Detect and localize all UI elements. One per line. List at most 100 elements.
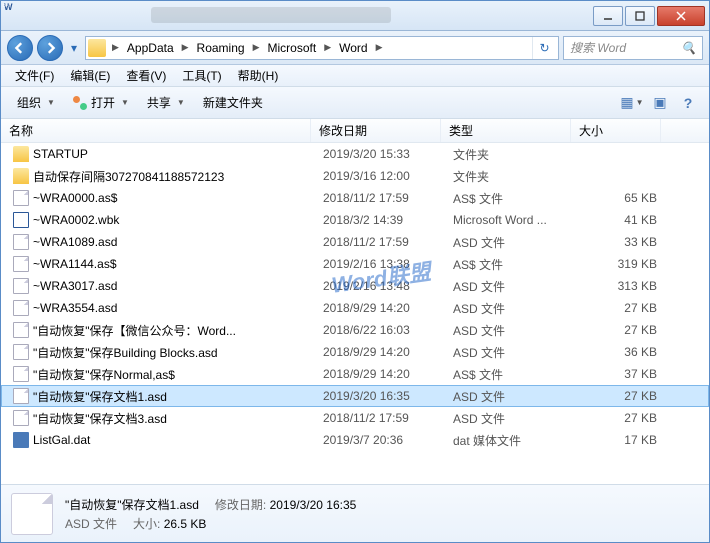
breadcrumb-roaming[interactable]: Roaming <box>191 41 251 55</box>
breadcrumb-appdata[interactable]: AppData <box>121 41 180 55</box>
file-date: 2018/11/2 17:59 <box>315 235 445 249</box>
details-type: ASD 文件 <box>65 515 117 532</box>
file-row[interactable]: "自动恢复"保存Normal,as$2018/9/29 14:20AS$ 文件3… <box>1 363 709 385</box>
new-folder-button[interactable]: 新建文件夹 <box>195 91 271 115</box>
details-filename: "自动恢复"保存文档1.asd <box>65 496 199 513</box>
file-icon <box>13 256 29 272</box>
menu-edit[interactable]: 编辑(E) <box>62 67 118 84</box>
file-row[interactable]: ~WRA3554.asd2018/9/29 14:20ASD 文件27 KB <box>1 297 709 319</box>
file-size: 27 KB <box>575 323 665 337</box>
file-name: ~WRA1144.as$ <box>33 257 117 271</box>
file-date: 2018/9/29 14:20 <box>315 345 445 359</box>
details-text: "自动恢复"保存文档1.asd 修改日期: 2019/3/20 16:35 AS… <box>65 496 356 532</box>
column-name[interactable]: 名称 <box>1 119 311 142</box>
file-size: 27 KB <box>575 389 665 403</box>
search-placeholder: 搜索 Word <box>570 39 626 56</box>
file-row[interactable]: ~WRA1089.asd2018/11/2 17:59ASD 文件33 KB <box>1 231 709 253</box>
file-type: AS$ 文件 <box>445 256 575 273</box>
command-bar: 组织▼ 打开▼ 共享▼ 新建文件夹 ▦▼ ▣ ? <box>1 87 709 119</box>
file-icon <box>13 234 29 250</box>
file-row[interactable]: "自动恢复"保存Building Blocks.asd2018/9/29 14:… <box>1 341 709 363</box>
file-row[interactable]: "自动恢复"保存文档1.asd2019/3/20 16:35ASD 文件27 K… <box>1 385 709 407</box>
file-name: "自动恢复"保存Normal,as$ <box>33 366 175 383</box>
file-icon <box>13 300 29 316</box>
share-button[interactable]: 共享▼ <box>139 91 193 115</box>
file-row[interactable]: ~WRA3017.asd2019/2/16 13:48ASD 文件313 KB <box>1 275 709 297</box>
chevron-right-icon: ▶ <box>110 42 121 53</box>
file-type: ASD 文件 <box>445 300 575 317</box>
file-date: 2018/6/22 16:03 <box>315 323 445 337</box>
menu-bar: 文件(F) 编辑(E) 查看(V) 工具(T) 帮助(H) <box>1 65 709 87</box>
file-row[interactable]: "自动恢复"保存【微信公众号：Word...2018/6/22 16:03ASD… <box>1 319 709 341</box>
minimize-button[interactable] <box>593 6 623 26</box>
chevron-down-icon: ▼ <box>47 98 55 107</box>
file-row[interactable]: STARTUP2019/3/20 15:33文件夹 <box>1 143 709 165</box>
column-type[interactable]: 类型 <box>441 119 571 142</box>
file-size: 65 KB <box>575 191 665 205</box>
refresh-button[interactable]: ↻ <box>532 37 556 59</box>
file-icon <box>13 344 29 360</box>
open-button[interactable]: 打开▼ <box>65 91 137 115</box>
search-input[interactable]: 搜索 Word 🔍 <box>563 36 703 60</box>
chevron-down-icon: ▼ <box>177 98 185 107</box>
close-button[interactable] <box>657 6 705 26</box>
file-type: ASD 文件 <box>445 410 575 427</box>
file-date: 2018/3/2 14:39 <box>315 213 445 227</box>
file-size: 313 KB <box>575 279 665 293</box>
maximize-button[interactable] <box>625 6 655 26</box>
file-type: ASD 文件 <box>445 344 575 361</box>
file-list[interactable]: STARTUP2019/3/20 15:33文件夹自动保存间隔307270841… <box>1 143 709 484</box>
history-dropdown[interactable]: ▾ <box>67 35 81 61</box>
column-size[interactable]: 大小 <box>571 119 661 142</box>
file-icon <box>13 190 29 206</box>
menu-file[interactable]: 文件(F) <box>7 67 62 84</box>
file-type: Microsoft Word ... <box>445 213 575 227</box>
file-icon <box>11 493 53 535</box>
file-size: 17 KB <box>575 433 665 447</box>
file-row[interactable]: 自动保存间隔3072708411885721232019/3/16 12:00文… <box>1 165 709 187</box>
details-pane: "自动恢复"保存文档1.asd 修改日期: 2019/3/20 16:35 AS… <box>1 484 709 542</box>
preview-pane-button[interactable]: ▣ <box>647 91 673 115</box>
help-button[interactable]: ? <box>675 91 701 115</box>
file-icon <box>13 388 29 404</box>
file-date: 2019/3/20 15:33 <box>315 147 445 161</box>
column-date[interactable]: 修改日期 <box>311 119 441 142</box>
breadcrumb-microsoft[interactable]: Microsoft <box>262 41 323 55</box>
address-bar[interactable]: ▶ AppData ▶ Roaming ▶ Microsoft ▶ Word ▶… <box>85 36 559 60</box>
file-row[interactable]: ListGal.dat2019/3/7 20:36dat 媒体文件17 KB <box>1 429 709 451</box>
file-row[interactable]: "自动恢复"保存文档3.asd2018/11/2 17:59ASD 文件27 K… <box>1 407 709 429</box>
breadcrumb-word[interactable]: Word <box>333 41 373 55</box>
file-size: 36 KB <box>575 345 665 359</box>
file-type: ASD 文件 <box>445 322 575 339</box>
menu-tools[interactable]: 工具(T) <box>174 67 229 84</box>
file-date: 2019/2/16 13:48 <box>315 279 445 293</box>
file-type: 文件夹 <box>445 168 575 185</box>
folder-icon <box>13 146 29 162</box>
organize-button[interactable]: 组织▼ <box>9 91 63 115</box>
file-date: 2018/9/29 14:20 <box>315 301 445 315</box>
folder-icon <box>88 39 106 57</box>
file-name: ~WRA0002.wbk <box>33 213 119 227</box>
file-name: ListGal.dat <box>33 433 90 447</box>
file-name: "自动恢复"保存文档1.asd <box>33 388 167 405</box>
file-icon <box>13 278 29 294</box>
file-row[interactable]: ~WRA0002.wbk 2018/3/2 14:39Microsoft Word… <box>1 209 709 231</box>
file-size: 319 KB <box>575 257 665 271</box>
file-name: ~WRA0000.as$ <box>33 191 117 205</box>
menu-view[interactable]: 查看(V) <box>118 67 174 84</box>
file-row[interactable]: ~WRA0000.as$2018/11/2 17:59AS$ 文件65 KB <box>1 187 709 209</box>
file-name: ~WRA3554.asd <box>33 301 117 315</box>
forward-button[interactable] <box>37 35 63 61</box>
file-size: 27 KB <box>575 411 665 425</box>
details-date-label: 修改日期: <box>215 498 266 512</box>
navigation-bar: ▾ ▶ AppData ▶ Roaming ▶ Microsoft ▶ Word… <box>1 31 709 65</box>
file-name: ~WRA1089.asd <box>33 235 117 249</box>
back-button[interactable] <box>7 35 33 61</box>
chevron-right-icon: ▶ <box>180 42 191 53</box>
file-size: 33 KB <box>575 235 665 249</box>
menu-help[interactable]: 帮助(H) <box>230 67 287 84</box>
view-options-button[interactable]: ▦▼ <box>619 91 645 115</box>
file-date: 2019/2/16 13:38 <box>315 257 445 271</box>
file-row[interactable]: ~WRA1144.as$ 2019/2/16 13:38AS$ 文件319 KB <box>1 253 709 275</box>
file-size: 37 KB <box>575 367 665 381</box>
